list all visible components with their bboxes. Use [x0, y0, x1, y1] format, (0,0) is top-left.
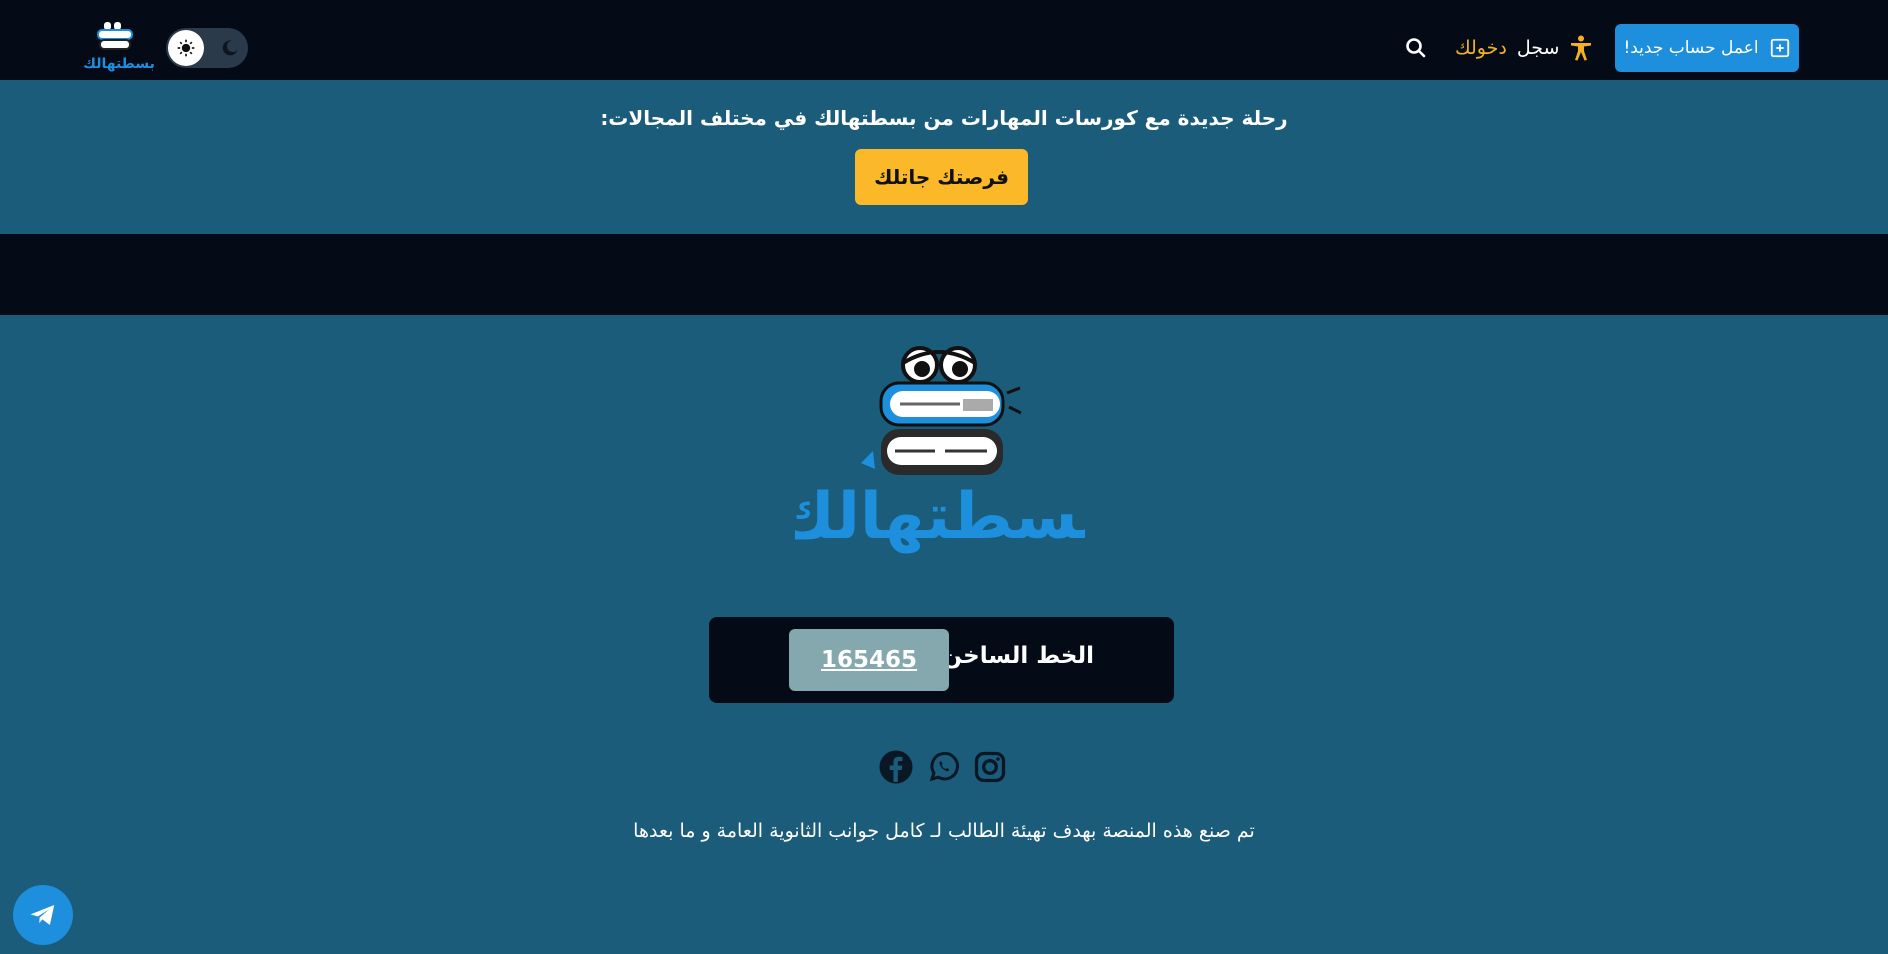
footer-description: تم صنع هذه المنصة بهدف تهيئة الطالب لـ ك…	[633, 820, 1255, 842]
facebook-icon[interactable]	[878, 749, 914, 785]
login-label-accent: دخولك	[1455, 37, 1507, 59]
banner-text: رحلة جديدة مع كورسات المهارات من بسطتهال…	[600, 106, 1288, 130]
svg-text:بسطتهالك: بسطتهالك	[84, 56, 154, 72]
search-icon[interactable]	[1404, 36, 1428, 60]
site-logo[interactable]: بسطتهالك	[84, 20, 154, 74]
moon-icon	[222, 40, 238, 56]
social-links	[878, 749, 1008, 787]
telegram-button[interactable]	[13, 885, 73, 945]
login-label-prefix: سجل	[1516, 37, 1560, 59]
signup-label: اعمل حساب جديد!	[1623, 38, 1759, 58]
hotline-box: الخط الساخن : 165465	[709, 617, 1174, 703]
theme-toggle[interactable]	[166, 28, 248, 68]
cta-button[interactable]: فرصتك جاتلك	[855, 149, 1028, 205]
promo-banner: رحلة جديدة مع كورسات المهارات من بسطتهال…	[0, 84, 1888, 234]
section-divider	[0, 234, 1888, 315]
footer: بسطتهالك الخط الساخن : 165465 تم صنع هذه…	[0, 315, 1888, 954]
footer-logo: بسطتهالك	[795, 346, 1085, 554]
hotline-number[interactable]: 165465	[789, 629, 949, 691]
svg-text:بسطتهالك: بسطتهالك	[795, 480, 1085, 554]
sun-icon	[177, 39, 195, 57]
theme-toggle-knob	[168, 30, 204, 66]
accessibility-icon	[1571, 35, 1592, 61]
hotline-label: الخط الساخن :	[925, 643, 1094, 669]
telegram-icon	[30, 905, 55, 925]
instagram-icon[interactable]	[972, 749, 1008, 785]
user-plus-icon	[1770, 38, 1789, 58]
login-link[interactable]: سجل دخولك	[1455, 32, 1593, 64]
signup-button[interactable]: اعمل حساب جديد!	[1615, 24, 1799, 72]
whatsapp-icon[interactable]	[926, 749, 962, 785]
navbar: اعمل حساب جديد! سجل دخولك بسطتهالك	[0, 0, 1888, 82]
